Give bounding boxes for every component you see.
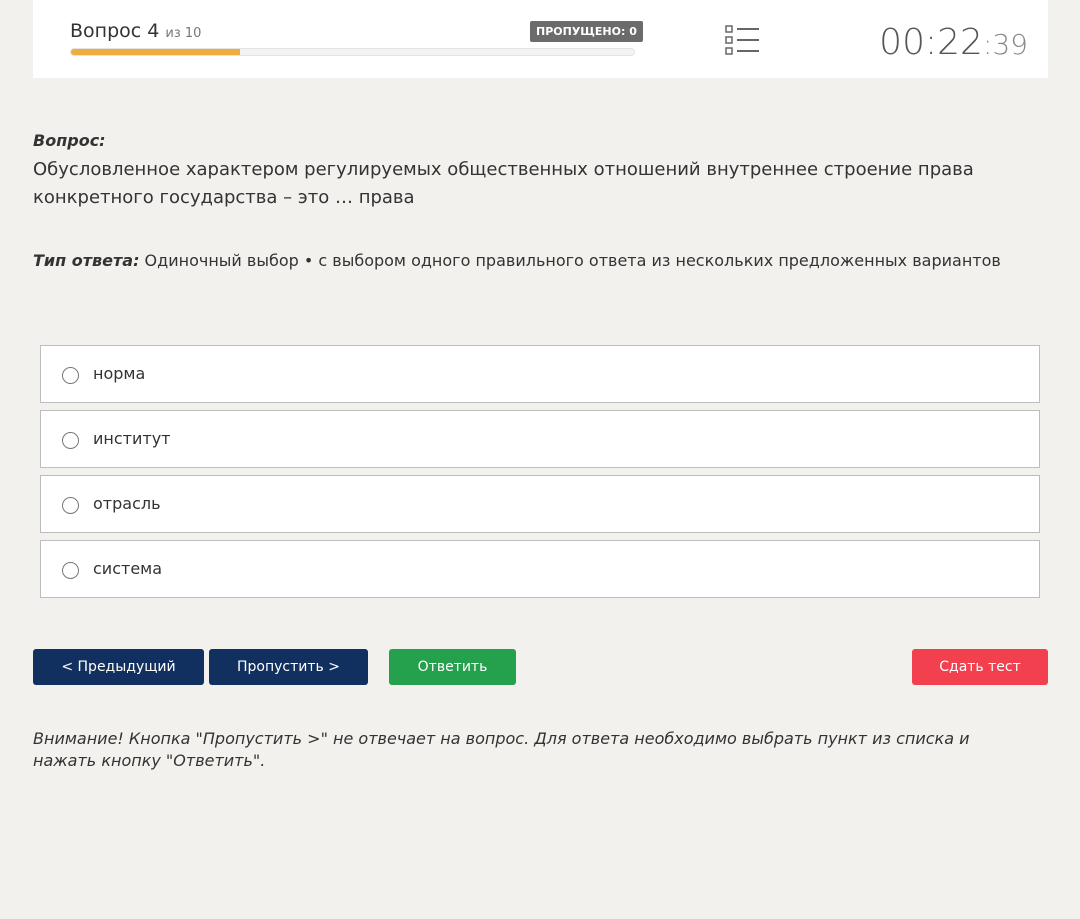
answer-type-value: Одиночный выбор • с выбором одного прави… [139,251,1001,270]
timer: 00:22:39 [879,21,1028,67]
top-bar: Вопрос 4 из 10 ПРОПУЩЕНО: 0 00:22:39 [33,0,1048,78]
skipped-badge: ПРОПУЩЕНО: 0 [530,21,643,42]
option-label: система [93,559,163,578]
previous-button[interactable]: < Предыдущий [33,649,204,685]
question-number: Вопрос 4 [70,20,160,42]
answer-type-label: Тип ответа: [33,251,140,270]
radio-button[interactable] [62,367,79,384]
progress-fill [71,49,240,55]
answer-button[interactable]: Ответить [389,649,516,685]
notice-text: Внимание! Кнопка "Пропустить >" не отвеч… [33,729,970,770]
answer-option[interactable]: институт [40,410,1040,468]
radio-button[interactable] [62,432,79,449]
submit-test-button[interactable]: Сдать тест [912,649,1048,685]
answer-option[interactable]: система [40,540,1040,598]
answer-option[interactable]: отрасль [40,475,1040,533]
option-label: норма [93,364,146,383]
question-label: Вопрос: [33,131,106,150]
answer-type: Тип ответа: Одиночный выбор • с выбором … [33,251,1043,270]
radio-button[interactable] [62,497,79,514]
question-text: Обусловленное характером регулируемых об… [33,159,974,208]
question-total: из 10 [165,26,202,41]
question-counter: Вопрос 4 из 10 [70,20,201,42]
timer-main: 00:22 [879,22,983,63]
answer-option[interactable]: норма [40,345,1040,403]
radio-button[interactable] [62,562,79,579]
progress-bar [70,48,635,56]
option-label: институт [93,429,171,448]
skip-button[interactable]: Пропустить > [209,649,368,685]
question-list-icon[interactable] [725,25,761,55]
option-label: отрасль [93,494,161,513]
timer-separator: : [982,28,993,61]
answer-options: норма институт отрасль система [40,345,1040,605]
timer-seconds: 39 [992,28,1028,61]
